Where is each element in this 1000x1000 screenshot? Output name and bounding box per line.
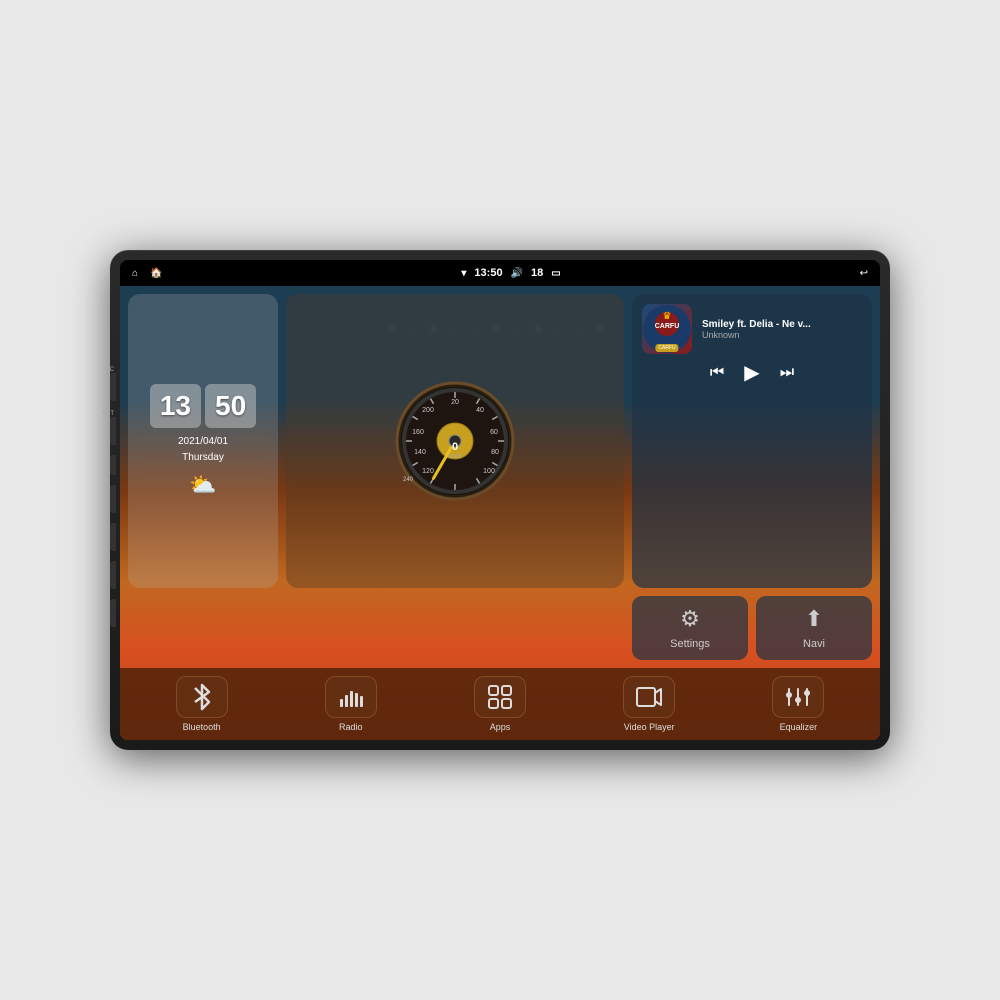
battery-icon: ▭ bbox=[551, 268, 560, 279]
car-head-unit: MIC RST ⌂ 🏠 ▾ bbox=[110, 250, 890, 750]
main-screen: 13 50 2021/04/01 Thursday ⛅ bbox=[120, 286, 880, 740]
dock-item-bluetooth[interactable]: Bluetooth bbox=[130, 676, 273, 732]
svg-text:km/h: km/h bbox=[448, 454, 461, 460]
equalizer-icon-box bbox=[772, 676, 824, 718]
svg-text:20: 20 bbox=[451, 399, 459, 406]
power-button[interactable] bbox=[110, 455, 116, 475]
clock-spacer bbox=[128, 596, 278, 660]
back-side-button[interactable] bbox=[110, 523, 116, 551]
music-title: Smiley ft. Delia - Ne v... bbox=[702, 319, 862, 330]
apps-label: Apps bbox=[490, 722, 511, 732]
vol-up-button[interactable] bbox=[110, 561, 116, 589]
settings-label: Settings bbox=[670, 638, 710, 650]
dock-item-apps[interactable]: Apps bbox=[428, 676, 571, 732]
svg-text:240: 240 bbox=[403, 477, 414, 483]
svg-text:CARFU: CARFU bbox=[655, 323, 680, 330]
apps-icon bbox=[487, 684, 513, 710]
mic-button[interactable] bbox=[110, 373, 116, 401]
clock-display: 13 50 bbox=[150, 384, 256, 428]
video-icon bbox=[635, 685, 663, 709]
svg-text:160: 160 bbox=[412, 429, 424, 436]
prev-button[interactable]: ⏮ bbox=[710, 364, 724, 382]
music-artist: Unknown bbox=[702, 330, 862, 340]
back-status-icon[interactable]: ↩ bbox=[860, 268, 868, 279]
music-widget: CARFU ♛ CARFU Smiley ft. Delia - Ne v...… bbox=[632, 294, 872, 588]
video-label: Video Player bbox=[624, 722, 675, 732]
home-status-icon: ⌂ bbox=[132, 268, 138, 279]
navi-label: Navi bbox=[803, 638, 825, 650]
status-left-icons: ⌂ 🏠 bbox=[132, 268, 163, 279]
clock-widget: 13 50 2021/04/01 Thursday ⛅ bbox=[128, 294, 278, 588]
svg-text:200: 200 bbox=[422, 407, 434, 414]
svg-text:80: 80 bbox=[491, 449, 499, 456]
status-bar: ⌂ 🏠 ▾ 13:50 🔊 18 ▭ ↩ bbox=[120, 260, 880, 286]
clock-minutes: 50 bbox=[205, 384, 256, 428]
svg-text:100: 100 bbox=[483, 468, 495, 475]
rst-button[interactable] bbox=[110, 417, 116, 445]
bluetooth-label: Bluetooth bbox=[183, 722, 221, 732]
android-status-icon: 🏠 bbox=[150, 268, 162, 279]
svg-text:0: 0 bbox=[452, 441, 458, 453]
svg-text:140: 140 bbox=[414, 449, 426, 456]
music-top: CARFU ♛ CARFU Smiley ft. Delia - Ne v...… bbox=[642, 304, 862, 354]
svg-text:♛: ♛ bbox=[663, 311, 672, 322]
dock-item-equalizer[interactable]: Equalizer bbox=[727, 676, 870, 732]
content-area: 13 50 2021/04/01 Thursday ⛅ bbox=[120, 286, 880, 740]
clock-hours: 13 bbox=[150, 384, 201, 428]
clock-date: 2021/04/01 Thursday bbox=[178, 434, 228, 466]
bluetooth-icon-box bbox=[176, 676, 228, 718]
radio-icon bbox=[337, 685, 365, 709]
home-side-button[interactable] bbox=[110, 485, 116, 513]
weather-icon: ⛅ bbox=[189, 472, 216, 498]
next-button[interactable]: ⏭ bbox=[780, 364, 794, 382]
bottom-dock: Bluetooth Radio bbox=[120, 668, 880, 740]
speedometer-svg: 20 40 60 80 100 120 140 160 200 240 bbox=[390, 376, 520, 506]
settings-icon: ⚙ bbox=[680, 606, 700, 632]
top-widgets: 13 50 2021/04/01 Thursday ⛅ bbox=[120, 286, 880, 596]
screen: ⌂ 🏠 ▾ 13:50 🔊 18 ▭ ↩ bbox=[120, 260, 880, 740]
svg-text:60: 60 bbox=[490, 429, 498, 436]
bluetooth-icon bbox=[190, 683, 214, 711]
status-center: ▾ 13:50 🔊 18 ▭ bbox=[461, 267, 560, 279]
dock-item-radio[interactable]: Radio bbox=[279, 676, 422, 732]
equalizer-label: Equalizer bbox=[780, 722, 818, 732]
speedo-spacer bbox=[286, 596, 624, 660]
side-button-panel: MIC RST bbox=[102, 367, 116, 633]
play-button[interactable]: ▶ bbox=[744, 360, 759, 385]
music-controls: ⏮ ▶ ⏭ bbox=[642, 360, 862, 385]
video-icon-box bbox=[623, 676, 675, 718]
speedometer-widget: 20 40 60 80 100 120 140 160 200 240 bbox=[286, 294, 624, 588]
apps-icon-box bbox=[474, 676, 526, 718]
status-right-icons: ↩ bbox=[860, 268, 868, 279]
equalizer-icon bbox=[784, 685, 812, 709]
settings-navi-row: ⚙ Settings ⬆ Navi bbox=[632, 596, 872, 660]
radio-label: Radio bbox=[339, 722, 363, 732]
bottom-widgets: ⚙ Settings ⬆ Navi bbox=[120, 596, 880, 668]
navi-widget[interactable]: ⬆ Navi bbox=[756, 596, 872, 660]
album-art: CARFU ♛ CARFU bbox=[642, 304, 692, 354]
volume-level: 18 bbox=[531, 267, 543, 279]
navi-icon: ⬆ bbox=[805, 606, 823, 632]
status-time: 13:50 bbox=[474, 267, 502, 279]
album-badge: CARFU bbox=[655, 344, 678, 352]
volume-status-icon: 🔊 bbox=[511, 268, 523, 279]
dock-item-video[interactable]: Video Player bbox=[578, 676, 721, 732]
settings-widget[interactable]: ⚙ Settings bbox=[632, 596, 748, 660]
radio-icon-box bbox=[325, 676, 377, 718]
vol-down-button[interactable] bbox=[110, 599, 116, 627]
svg-text:40: 40 bbox=[476, 407, 484, 414]
music-info: Smiley ft. Delia - Ne v... Unknown bbox=[702, 319, 862, 340]
svg-text:120: 120 bbox=[422, 468, 434, 475]
wifi-icon: ▾ bbox=[461, 268, 466, 279]
